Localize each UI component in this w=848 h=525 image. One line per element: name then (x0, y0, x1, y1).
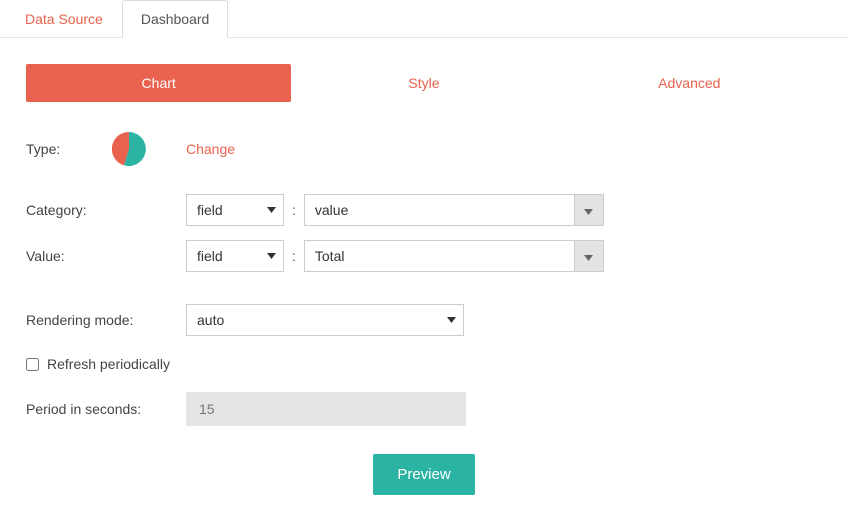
period-label: Period in seconds: (26, 401, 186, 417)
category-value-dropdown-button[interactable] (574, 194, 604, 226)
value-value-input[interactable] (304, 240, 574, 272)
pie-chart-icon (112, 132, 146, 166)
value-field-select[interactable]: field (186, 240, 284, 272)
refresh-periodically-checkbox[interactable] (26, 358, 39, 371)
value-value-dropdown-button[interactable] (574, 240, 604, 272)
category-label: Category: (26, 202, 186, 218)
caret-down-icon (584, 248, 593, 264)
tab-dashboard[interactable]: Dashboard (122, 0, 229, 38)
caret-down-icon (584, 202, 593, 218)
change-type-link[interactable]: Change (186, 141, 235, 157)
category-value-input[interactable] (304, 194, 574, 226)
value-label: Value: (26, 248, 186, 264)
colon-separator: : (292, 248, 296, 264)
category-field-select[interactable]: field (186, 194, 284, 226)
tab-data-source[interactable]: Data Source (6, 0, 122, 38)
colon-separator: : (292, 202, 296, 218)
preview-button[interactable]: Preview (373, 454, 474, 495)
subtab-style[interactable]: Style (291, 64, 556, 102)
rendering-mode-label: Rendering mode: (26, 312, 186, 328)
subtab-advanced[interactable]: Advanced (557, 64, 822, 102)
subtab-chart[interactable]: Chart (26, 64, 291, 102)
period-seconds-input (186, 392, 466, 426)
type-label: Type: (26, 141, 186, 157)
rendering-mode-select[interactable]: auto (186, 304, 464, 336)
refresh-periodically-label: Refresh periodically (47, 356, 170, 372)
